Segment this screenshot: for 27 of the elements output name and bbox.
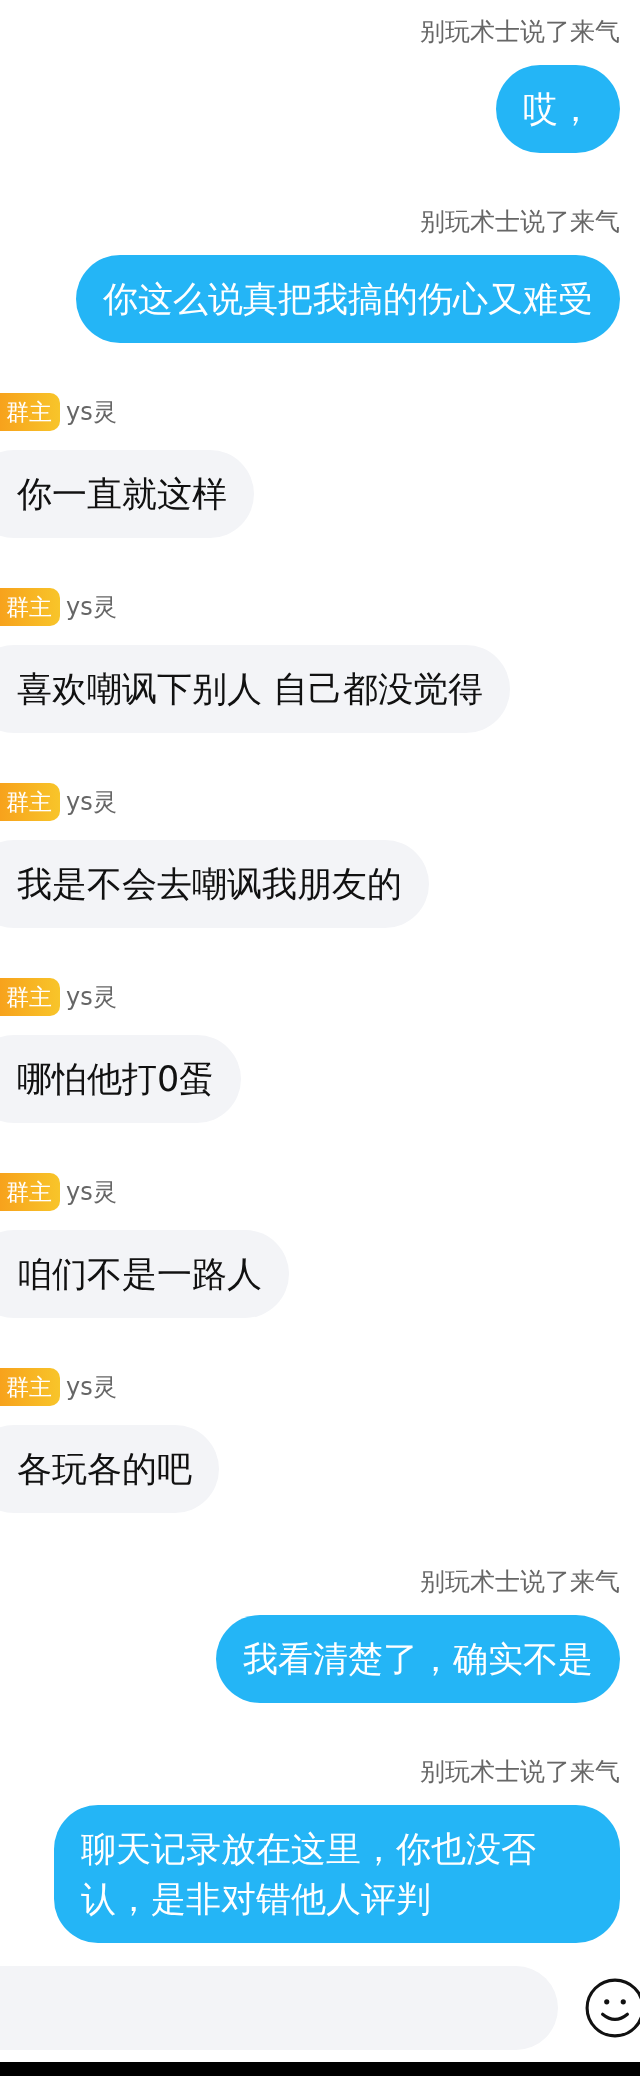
sender-name: ys灵 [66, 982, 117, 1013]
sender-name: ys灵 [66, 592, 117, 623]
sender-name: ys灵 [66, 1177, 117, 1208]
role-badge: 群主 [0, 393, 60, 431]
role-badge: 群主 [0, 978, 60, 1016]
message-bubble: 各玩各的吧 [0, 1425, 219, 1513]
message-bubble: 你一直就这样 [0, 450, 254, 538]
sender-name: 别玩术士说了来气 [420, 1755, 620, 1788]
message-bubble: 聊天记录放在这里，你也没否认，是非对错他人评判 [54, 1805, 620, 1943]
message-bubble: 哎， [496, 65, 620, 153]
message-bubble: 你这么说真把我搞的伤心又难受 [76, 255, 620, 343]
role-badge: 群主 [0, 783, 60, 821]
message-bubble: 咱们不是一路人 [0, 1230, 289, 1318]
sender-name: 别玩术士说了来气 [420, 205, 620, 238]
smiley-icon[interactable] [584, 1977, 640, 2039]
role-badge: 群主 [0, 588, 60, 626]
sender-name: 别玩术士说了来气 [420, 1565, 620, 1598]
sender-name: ys灵 [66, 787, 117, 818]
role-badge: 群主 [0, 1368, 60, 1406]
sender-name: ys灵 [66, 1372, 117, 1403]
message-bubble: 喜欢嘲讽下别人 自己都没觉得 [0, 645, 511, 733]
sender-name: ys灵 [66, 397, 117, 428]
message-bubble: 我看清楚了，确实不是 [216, 1615, 620, 1703]
role-badge: 群主 [0, 1173, 60, 1211]
message-bubble: 我是不会去嘲讽我朋友的 [0, 840, 429, 928]
sender-name: 别玩术士说了来气 [420, 15, 620, 48]
message-bubble: 哪怕他打0蛋 [0, 1035, 242, 1123]
